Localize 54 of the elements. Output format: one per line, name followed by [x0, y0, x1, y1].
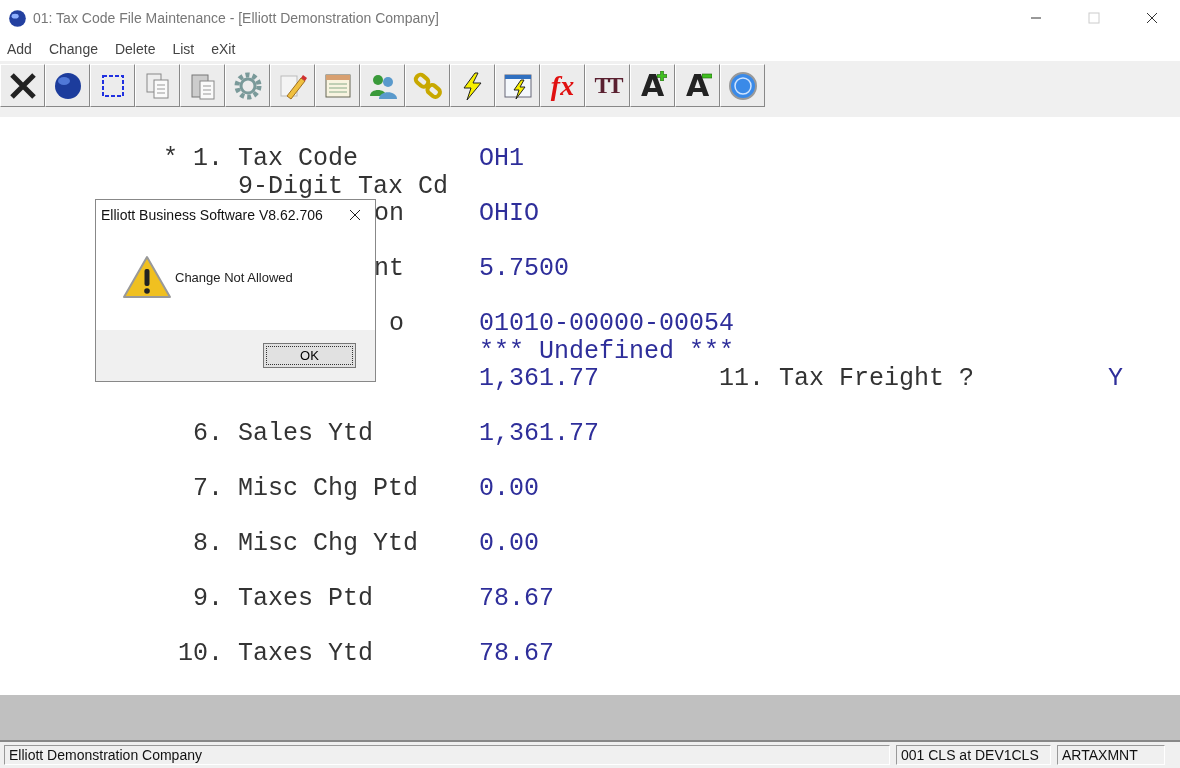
- field-label: Taxes Ptd: [238, 584, 374, 613]
- field-value: Y: [1108, 364, 1123, 393]
- toolbar-button[interactable]: [45, 64, 90, 107]
- window-title: 01: Tax Code File Maintenance - [Elliott Demonstration Company]: [33, 10, 439, 26]
- field-value: 01010-00000-00054: [479, 309, 735, 338]
- field-label: Tax Freight ?: [779, 364, 975, 393]
- menu-item[interactable]: List: [172, 40, 195, 57]
- field-label: o: [389, 309, 404, 338]
- field-number: 9.: [193, 584, 223, 613]
- toolbar-button[interactable]: TT: [585, 64, 630, 107]
- field-label: 9-Digit Tax Cd: [238, 171, 449, 201]
- globe-icon: [8, 8, 27, 28]
- field-label: Sales Ytd: [238, 419, 374, 448]
- menu-item[interactable]: Change: [48, 40, 98, 57]
- status-pane: Elliott Demonstration Company: [4, 745, 890, 765]
- warning-icon: [122, 255, 172, 299]
- current-field-marker: *: [162, 144, 178, 173]
- field-label: on: [374, 199, 404, 228]
- field-value: 78.67: [479, 584, 554, 613]
- toolbar-button[interactable]: [90, 64, 135, 107]
- field-value: 1,361.77: [479, 364, 600, 393]
- toolbar-button[interactable]: A: [675, 64, 720, 107]
- field-value: 0.00: [479, 529, 539, 558]
- field-label: Misc Chg Ptd: [238, 474, 419, 503]
- ok-button[interactable]: OK: [263, 343, 356, 368]
- toolbar-button[interactable]: fx: [540, 64, 585, 107]
- field-value: 5.7500: [479, 254, 569, 283]
- menu-item[interactable]: Delete: [114, 40, 156, 57]
- field-number: 10.: [178, 639, 223, 668]
- field-value: OH1: [479, 144, 524, 173]
- close-icon[interactable]: [349, 209, 361, 221]
- field-label: Tax Code: [238, 144, 359, 173]
- field-number: 1.: [193, 144, 223, 173]
- toolbar-button[interactable]: A: [630, 64, 675, 107]
- field-value: *** Undefined ***: [479, 336, 735, 366]
- field-value: OHIO: [479, 199, 539, 228]
- field-value: 1,361.77: [479, 419, 600, 448]
- field-value: 0.00: [479, 474, 539, 503]
- field-label: Taxes Ytd: [238, 639, 374, 668]
- field-number: 7.: [193, 474, 223, 503]
- close-icon[interactable]: [1146, 12, 1158, 24]
- status-pane: 001 CLS at DEV1CLS: [896, 745, 1051, 765]
- toolbar-button[interactable]: [0, 64, 45, 107]
- field-number: 8.: [193, 529, 223, 558]
- status-pane: ARTAXMNT: [1057, 745, 1165, 765]
- dialog-title: Elliott Business Software V8.62.706: [101, 207, 323, 223]
- field-number: 6.: [193, 419, 223, 448]
- field-value: 78.67: [479, 639, 554, 668]
- dialog-message: Change Not Allowed: [175, 269, 293, 285]
- menu-item[interactable]: eXit: [211, 40, 236, 57]
- field-label: nt: [374, 254, 404, 283]
- field-label: Misc Chg Ytd: [238, 529, 419, 558]
- field-number: 11.: [719, 364, 764, 393]
- menu-item[interactable]: Add: [7, 40, 32, 57]
